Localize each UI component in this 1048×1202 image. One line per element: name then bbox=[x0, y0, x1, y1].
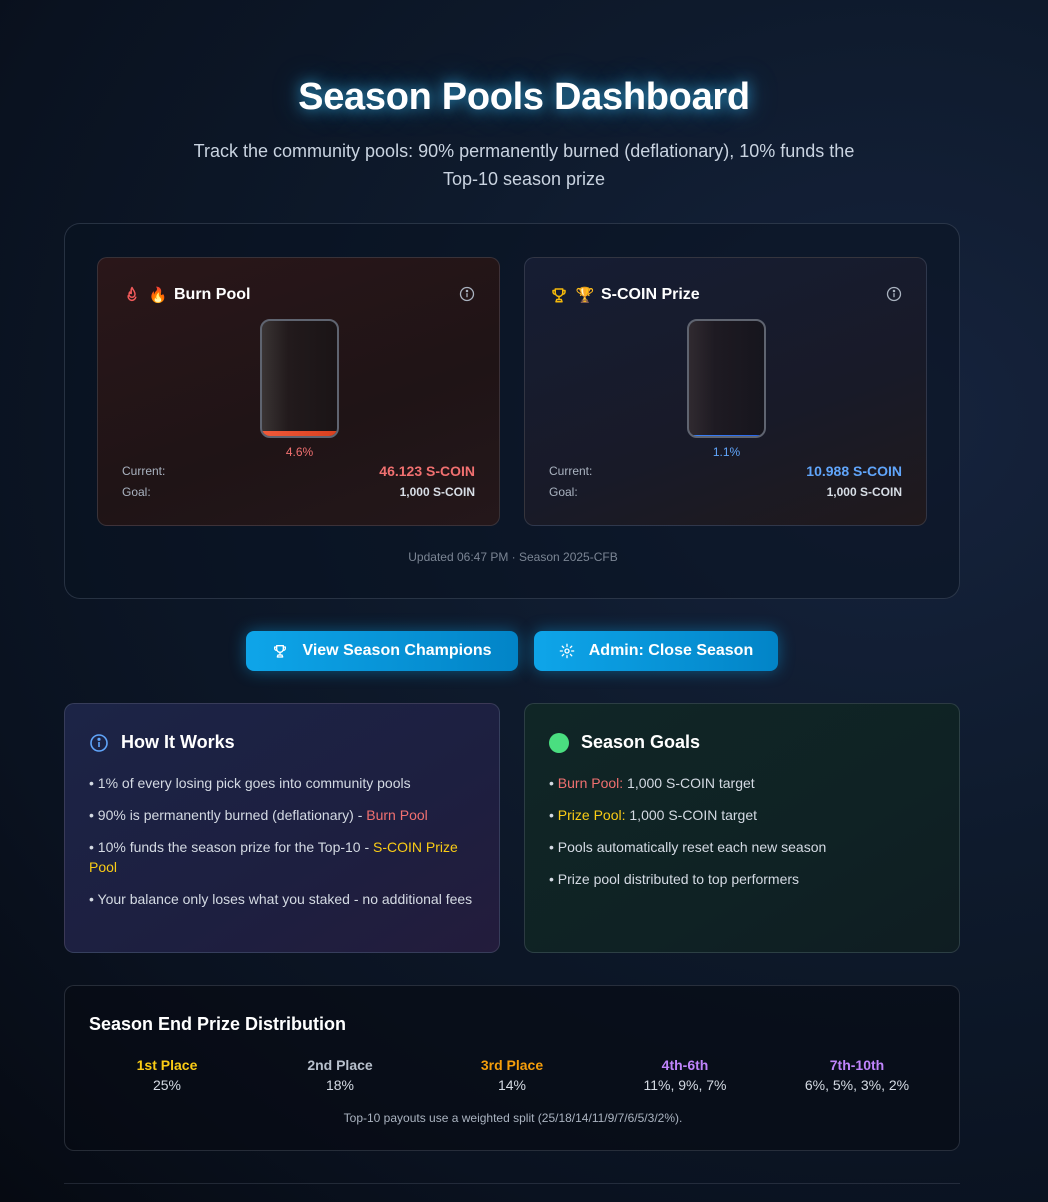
trophy-emoji-icon: 🏆 bbox=[575, 287, 595, 304]
how-it-works-title: How It Works bbox=[121, 732, 235, 752]
burn-pool-card: 🔥 Burn Pool 4.6% Current: 46.123 S-COIN … bbox=[97, 257, 500, 526]
goal-label: Goal: bbox=[122, 485, 151, 499]
burn-pool-current-value: 46.123 S-COIN bbox=[379, 463, 475, 479]
prize-pool-goal-row: Goal: 1,000 S-COIN bbox=[549, 485, 902, 499]
prize-pool-percent: 1.1% bbox=[712, 445, 741, 459]
distribution-tier: 1st Place 25% bbox=[82, 1056, 252, 1096]
prize-pool-header: 🏆 S-COIN Prize bbox=[549, 284, 700, 306]
tier-place: 4th-6th bbox=[661, 1057, 709, 1073]
page-title: Season Pools Dashboard bbox=[298, 76, 750, 118]
prize-pool-highlight: Prize Pool: bbox=[557, 807, 626, 823]
list-item: • Prize Pool: 1,000 S-COIN target bbox=[549, 807, 758, 823]
tier-share: 14% bbox=[497, 1077, 527, 1093]
prize-distribution-title: Season End Prize Distribution bbox=[89, 1014, 347, 1034]
payout-note: Top-10 payouts use a weighted split (25/… bbox=[343, 1111, 683, 1125]
distribution-tier: 2nd Place 18% bbox=[255, 1056, 425, 1096]
tier-share: 18% bbox=[325, 1077, 355, 1093]
prize-pool-current-value: 10.988 S-COIN bbox=[806, 463, 902, 479]
burn-pool-gauge-fill bbox=[262, 430, 337, 436]
how-it-works-card: How It Works • 1% of every losing pick g… bbox=[64, 703, 500, 953]
how-it-works-list: • 1% of every losing pick goes into comm… bbox=[89, 773, 473, 921]
prize-distribution-panel: Season End Prize Distribution 1st Place … bbox=[64, 985, 960, 1151]
burn-pool-title: Burn Pool bbox=[174, 286, 251, 303]
info-circle-icon bbox=[89, 733, 109, 753]
list-item: • 10% funds the season prize for the Top… bbox=[89, 839, 458, 875]
prize-pool-gauge-fill bbox=[689, 434, 764, 436]
prize-pool-title: S-COIN Prize bbox=[601, 286, 700, 303]
burn-pool-current-row: Current: 46.123 S-COIN bbox=[122, 463, 475, 479]
burn-pool-highlight: Burn Pool: bbox=[557, 775, 624, 791]
tier-place: 3rd Place bbox=[480, 1057, 544, 1073]
footer-divider bbox=[64, 1183, 960, 1184]
updated-timestamp: Updated 06:47 PM · Season 2025-CFB bbox=[408, 550, 618, 564]
burn-pool-goal-row: Goal: 1,000 S-COIN bbox=[122, 485, 475, 499]
list-item: • 90% is permanently burned (deflationar… bbox=[89, 807, 428, 823]
distribution-tier: 4th-6th 11%, 9%, 7% bbox=[600, 1056, 770, 1096]
prize-pool-current-row: Current: 10.988 S-COIN bbox=[549, 463, 902, 479]
trophy-icon bbox=[272, 643, 288, 659]
burn-pool-gauge bbox=[260, 319, 339, 438]
info-icon[interactable] bbox=[886, 286, 902, 302]
season-goals-card: Season Goals • Burn Pool: 1,000 S-COIN t… bbox=[524, 703, 960, 953]
season-goals-list: • Burn Pool: 1,000 S-COIN target • Prize… bbox=[549, 773, 933, 901]
page: Season Pools Dashboard Track the communi… bbox=[0, 0, 1048, 1202]
prize-pool-goal-value: 1,000 S-COIN bbox=[826, 485, 902, 499]
burn-pool-header: 🔥 Burn Pool bbox=[122, 284, 250, 306]
prize-pool-gauge bbox=[687, 319, 766, 438]
flame-icon bbox=[122, 285, 142, 305]
distribution-tier: 3rd Place 14% bbox=[427, 1056, 597, 1096]
trophy-icon bbox=[549, 285, 569, 305]
burn-pool-goal-value: 1,000 S-COIN bbox=[399, 485, 475, 499]
tier-place: 2nd Place bbox=[307, 1057, 373, 1073]
view-season-champions-label: View Season Champions bbox=[302, 642, 492, 659]
tier-place: 7th-10th bbox=[829, 1057, 885, 1073]
current-label: Current: bbox=[549, 464, 593, 478]
page-subtitle: Track the community pools: 90% permanent… bbox=[193, 141, 855, 189]
list-item: • 1% of every losing pick goes into comm… bbox=[89, 775, 411, 791]
view-season-champions-button[interactable]: View Season Champions bbox=[246, 631, 518, 671]
admin-close-season-label: Admin: Close Season bbox=[588, 642, 754, 659]
list-item: • Prize pool distributed to top performe… bbox=[549, 871, 800, 887]
green-dot-icon bbox=[549, 732, 569, 753]
info-icon[interactable] bbox=[459, 286, 475, 302]
burn-pool-highlight: Burn Pool bbox=[366, 807, 428, 823]
tier-share: 11%, 9%, 7% bbox=[643, 1077, 727, 1093]
season-goals-title: Season Goals bbox=[581, 732, 701, 752]
fire-emoji-icon: 🔥 bbox=[148, 287, 168, 304]
list-item: • Pools automatically reset each new sea… bbox=[549, 839, 827, 855]
season-goals-header: Season Goals bbox=[549, 732, 700, 753]
how-it-works-header: How It Works bbox=[89, 732, 235, 753]
current-label: Current: bbox=[122, 464, 166, 478]
list-item: • Your balance only loses what you stake… bbox=[89, 891, 473, 907]
tier-place: 1st Place bbox=[136, 1057, 198, 1073]
burn-pool-percent: 4.6% bbox=[285, 445, 314, 459]
tier-share: 6%, 5%, 3%, 2% bbox=[804, 1077, 910, 1093]
goal-label: Goal: bbox=[549, 485, 578, 499]
gear-icon bbox=[559, 643, 575, 659]
prize-pool-card: 🏆 S-COIN Prize 1.1% Current: 10.988 S-CO… bbox=[524, 257, 927, 526]
list-item: • Burn Pool: 1,000 S-COIN target bbox=[549, 775, 755, 791]
admin-close-season-button[interactable]: Admin: Close Season bbox=[534, 631, 778, 671]
pools-panel: 🔥 Burn Pool 4.6% Current: 46.123 S-COIN … bbox=[64, 223, 960, 599]
distribution-tier: 7th-10th 6%, 5%, 3%, 2% bbox=[772, 1056, 942, 1096]
tier-share: 25% bbox=[152, 1077, 182, 1093]
